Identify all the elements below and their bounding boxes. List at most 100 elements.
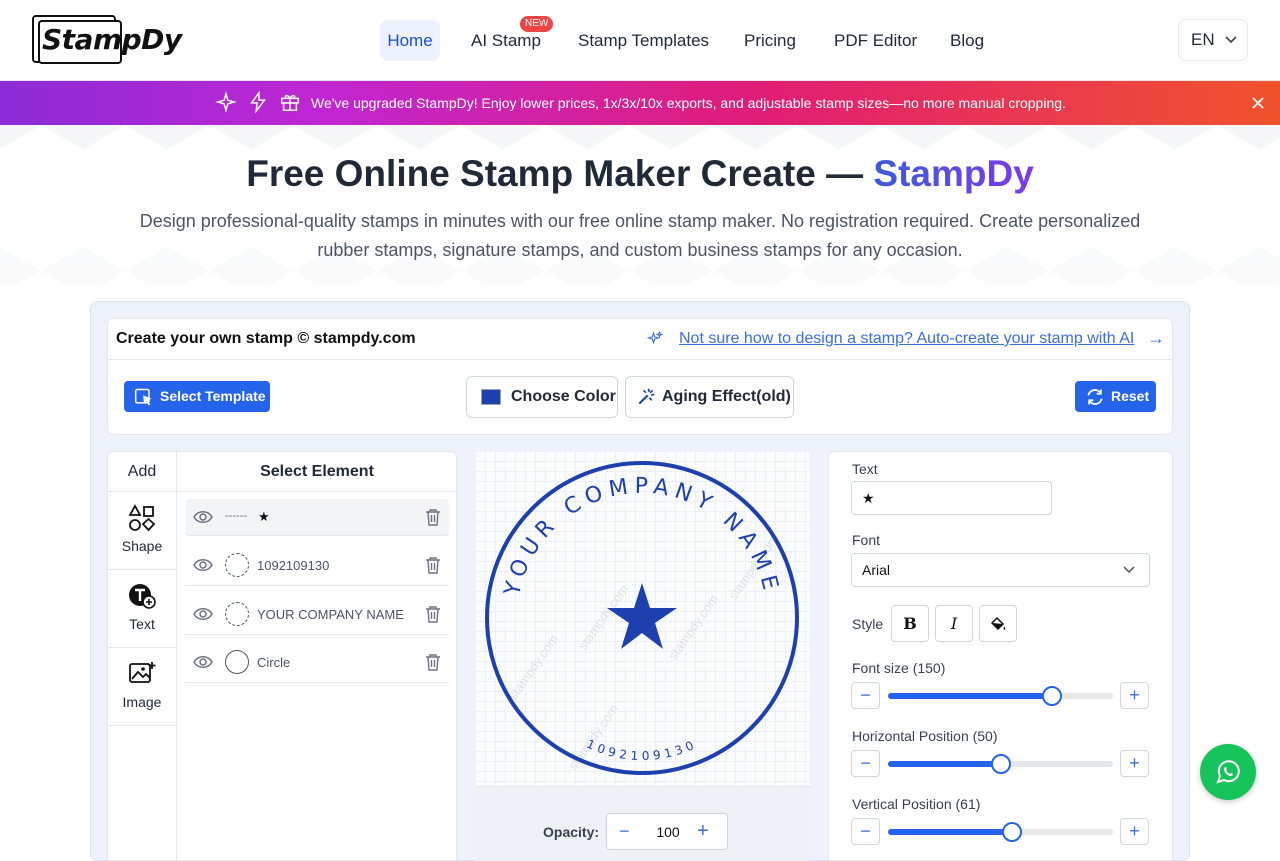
- reset-button[interactable]: Reset: [1075, 381, 1156, 412]
- ai-sparkle-icon: [646, 330, 664, 345]
- logo-text: StampDy: [42, 23, 182, 56]
- select-template-button[interactable]: Select Template: [124, 381, 270, 412]
- font-select[interactable]: Arial: [851, 553, 1150, 587]
- element-row-circle[interactable]: Circle: [185, 644, 449, 683]
- banner-text: We've upgraded StampDy! Enjoy lower pric…: [311, 95, 1066, 111]
- vertical-position-plus[interactable]: +: [1120, 818, 1149, 845]
- lightning-icon: [250, 91, 266, 113]
- eye-icon[interactable]: [193, 509, 213, 525]
- arrow-right-icon[interactable]: →: [1147, 328, 1165, 349]
- chevron-down-icon: [1225, 36, 1237, 44]
- trash-icon[interactable]: [424, 653, 442, 671]
- choose-color-button[interactable]: Choose Color: [466, 376, 618, 418]
- opacity-stepper[interactable]: − 100 +: [606, 813, 728, 850]
- page-subtitle: Design professional-quality stamps in mi…: [139, 211, 1141, 260]
- fill-button[interactable]: [979, 605, 1017, 642]
- vertical-position-minus[interactable]: −: [851, 818, 880, 845]
- font-size-plus[interactable]: +: [1120, 682, 1149, 709]
- nav-pricing[interactable]: Pricing: [744, 20, 796, 61]
- horizontal-position-label: Horizontal Position (50): [852, 728, 998, 744]
- stampdy-logo[interactable]: StampDy: [32, 15, 188, 65]
- aging-effect-button[interactable]: Aging Effect(old): [625, 376, 794, 418]
- trash-icon[interactable]: [424, 556, 442, 574]
- element-label: YOUR COMPANY NAME: [257, 607, 404, 622]
- text-label: Text: [852, 461, 878, 477]
- slider-fill: [888, 829, 1012, 835]
- opacity-value[interactable]: 100: [607, 824, 729, 840]
- font-size-minus[interactable]: −: [851, 682, 880, 709]
- page-title: Free Online Stamp Maker Create — StampDy: [0, 153, 1280, 195]
- eye-icon[interactable]: [193, 606, 213, 622]
- gift-icon: [281, 94, 299, 111]
- elements-heading: Select Element: [177, 451, 457, 492]
- stamp-bottom-text: 1092109130: [584, 737, 699, 763]
- eye-icon[interactable]: [193, 654, 213, 670]
- language-select[interactable]: EN: [1178, 19, 1248, 61]
- horizontal-position-slider[interactable]: [888, 754, 1113, 774]
- horizontal-position-plus[interactable]: +: [1120, 750, 1149, 777]
- opacity-label: Opacity:: [543, 824, 600, 840]
- chevron-down-icon[interactable]: [1122, 562, 1136, 578]
- nav-blog[interactable]: Blog: [950, 20, 984, 61]
- add-shape-label: Shape: [121, 538, 163, 554]
- element-row-number[interactable]: 1092109130: [185, 547, 449, 586]
- whatsapp-icon: [1216, 760, 1240, 784]
- element-label: Circle: [257, 655, 291, 670]
- watermark-text: stampdy.com: [505, 632, 561, 703]
- select-template-label: Select Template: [160, 388, 266, 404]
- nav-home[interactable]: Home: [380, 20, 440, 61]
- trash-icon[interactable]: [424, 605, 442, 623]
- cursor-select-icon: [134, 388, 152, 406]
- refresh-icon: [1087, 389, 1103, 405]
- italic-button[interactable]: I: [935, 605, 973, 642]
- element-label: 1092109130: [257, 558, 330, 573]
- choose-color-label: Choose Color: [511, 388, 616, 405]
- reset-label: Reset: [1111, 388, 1150, 404]
- title-main: Free Online Stamp Maker Create —: [246, 153, 874, 194]
- site-header: StampDy Home AI Stamp NEW Stamp Template…: [0, 0, 1280, 81]
- circle-thumb: [225, 650, 249, 674]
- language-value: EN: [1191, 30, 1215, 49]
- bold-button[interactable]: B: [891, 605, 929, 642]
- element-label: ★: [258, 509, 270, 524]
- watermark-text: stampdy.com: [565, 702, 621, 773]
- add-text-button[interactable]: Text: [107, 570, 177, 648]
- horizontal-position-minus[interactable]: −: [851, 750, 880, 777]
- add-image-label: Image: [122, 694, 162, 710]
- title-accent: StampDy: [873, 153, 1034, 194]
- font-size-label: Font size (150): [852, 660, 946, 676]
- arc-text-thumb: [225, 602, 249, 626]
- eye-icon[interactable]: [193, 557, 213, 573]
- plus-icon[interactable]: +: [697, 820, 709, 843]
- color-swatch: [481, 389, 501, 405]
- stamp-preview[interactable]: stampdy.com stampdy.com stampdy.com stam…: [475, 451, 810, 786]
- ai-create-link[interactable]: Not sure how to design a stamp? Auto-cre…: [679, 330, 1134, 348]
- vertical-position-slider[interactable]: [888, 822, 1113, 842]
- editor-title: Create your own stamp © stampdy.com: [116, 330, 416, 347]
- slider-thumb[interactable]: [990, 754, 1011, 774]
- trash-icon[interactable]: [424, 508, 442, 526]
- text-add-icon: [129, 584, 156, 609]
- style-label: Style: [852, 616, 884, 632]
- slider-thumb[interactable]: [1001, 822, 1022, 842]
- close-icon[interactable]: [1250, 91, 1266, 115]
- vertical-position-label: Vertical Position (61): [852, 796, 981, 812]
- element-row-star[interactable]: ------ ★: [185, 499, 449, 536]
- font-label: Font: [852, 532, 881, 548]
- add-text-label: Text: [129, 616, 155, 632]
- text-input[interactable]: ★: [851, 481, 1052, 515]
- nav-stamp-templates[interactable]: Stamp Templates: [578, 20, 709, 61]
- nav-pdf-editor[interactable]: PDF Editor: [834, 20, 917, 61]
- whatsapp-button[interactable]: [1200, 744, 1256, 800]
- element-row-company[interactable]: YOUR COMPANY NAME: [185, 596, 449, 635]
- add-shape-button[interactable]: Shape: [107, 492, 177, 570]
- watermark-text: stampdy.com: [665, 592, 721, 663]
- aging-effect-label: Aging Effect(old): [662, 388, 791, 405]
- add-image-button[interactable]: Image: [107, 648, 177, 726]
- font-size-slider[interactable]: [888, 686, 1113, 706]
- image-add-icon: [129, 662, 156, 683]
- arc-text-thumb: [225, 553, 249, 577]
- fill-icon: [990, 616, 1006, 631]
- new-badge: NEW: [520, 16, 554, 32]
- slider-fill: [888, 693, 1053, 699]
